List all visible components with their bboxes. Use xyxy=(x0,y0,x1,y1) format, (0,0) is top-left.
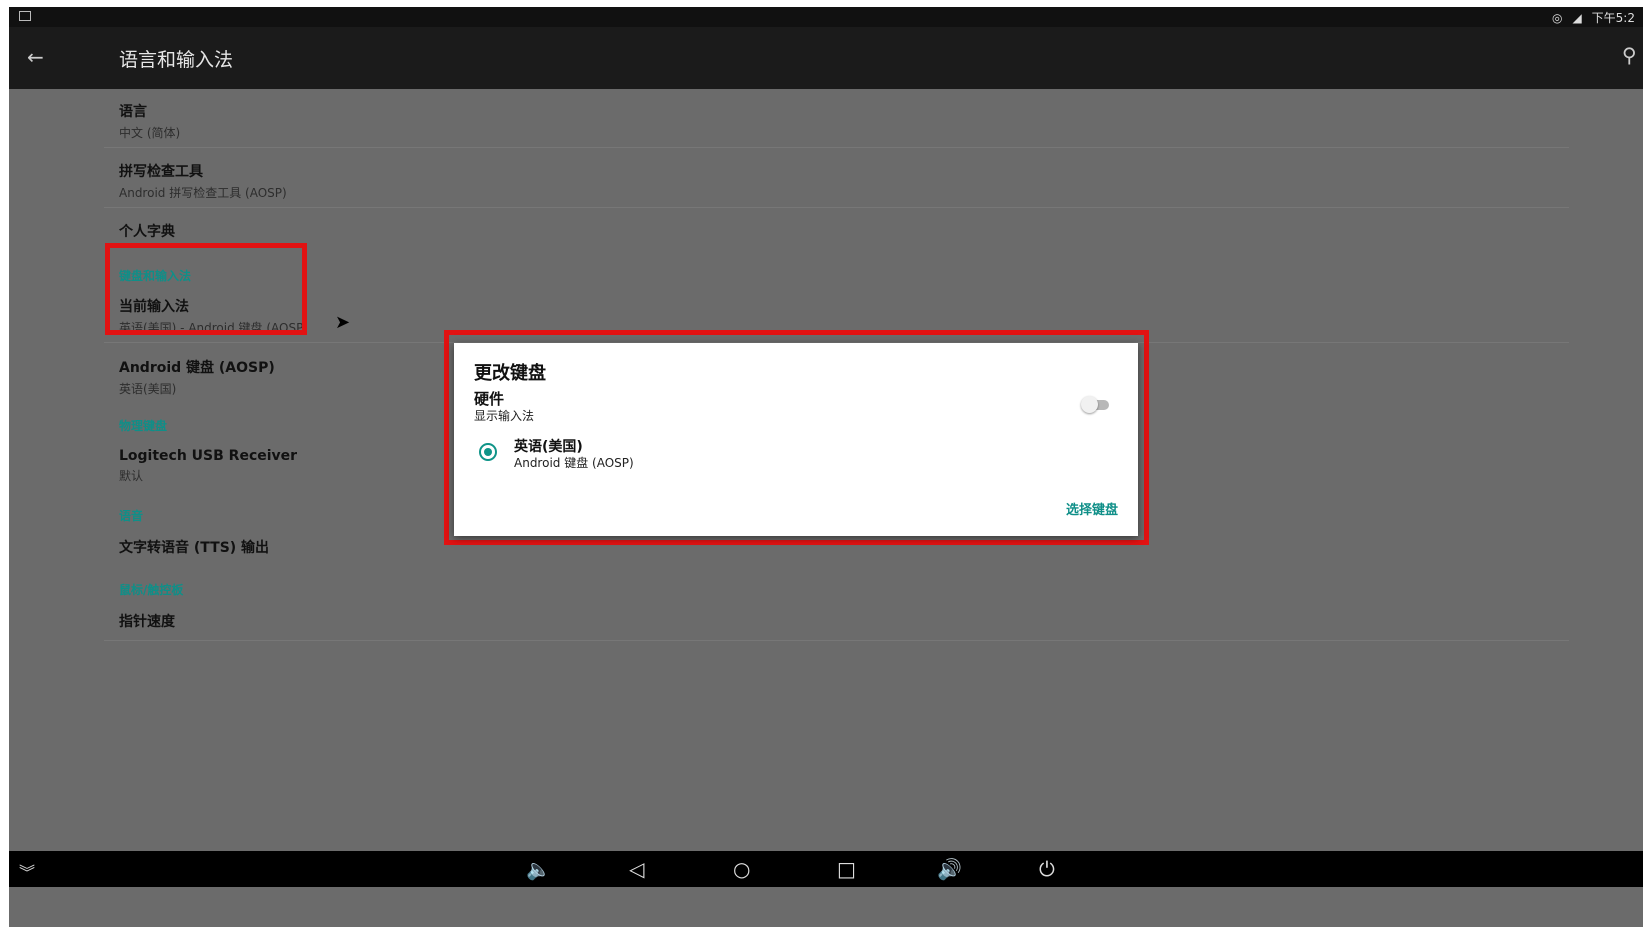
divider xyxy=(104,640,1569,641)
setting-pointer-speed[interactable]: 指针速度 xyxy=(119,611,175,631)
setting-logitech[interactable]: Logitech USB Receiver 默认 xyxy=(119,448,297,484)
section-header-speech: 语音 xyxy=(119,509,144,523)
hotspot-icon: ◎ xyxy=(1551,10,1563,25)
setting-subtitle: 英语(美国) xyxy=(119,382,177,396)
ime-option-title[interactable]: 英语(美国) xyxy=(514,436,583,456)
setting-title: 文字转语音 (TTS) 输出 xyxy=(119,540,270,556)
setting-personal-dictionary[interactable]: 个人字典 xyxy=(119,221,175,241)
toggle-thumb xyxy=(1081,396,1098,413)
volume-down-icon[interactable]: 🔈 xyxy=(526,857,551,881)
android-screen: ◎ ◢ 下午5:2 ← 语言和输入法 ⚲ 语言 中文 (简体) 拼写检查工具 A… xyxy=(9,7,1643,927)
ime-option-radio[interactable] xyxy=(479,443,497,461)
setting-title: 拼写检查工具 xyxy=(119,164,203,180)
setting-subtitle: 默认 xyxy=(119,469,144,483)
back-icon[interactable]: ◁ xyxy=(629,857,644,881)
collapse-icon[interactable]: ︾ xyxy=(19,859,35,883)
recents-icon[interactable]: □ xyxy=(837,857,856,881)
section-header-physical: 物理键盘 xyxy=(119,419,168,433)
divider xyxy=(104,147,1569,148)
divider xyxy=(104,207,1569,208)
setting-subtitle: Android 拼写检查工具 (AOSP) xyxy=(119,186,287,200)
setting-title: 指针速度 xyxy=(119,614,175,630)
setting-tts[interactable]: 文字转语音 (TTS) 输出 xyxy=(119,537,269,557)
setting-title: 个人字典 xyxy=(119,224,175,240)
dialog-title: 更改键盘 xyxy=(474,363,546,384)
setting-subtitle: 中文 (简体) xyxy=(119,126,181,140)
ime-option-subtitle: Android 键盘 (AOSP) xyxy=(514,456,634,470)
setting-title: Android 键盘 (AOSP) xyxy=(119,360,275,376)
hardware-subtitle: 显示输入法 xyxy=(474,409,535,423)
back-arrow-icon[interactable]: ← xyxy=(27,45,44,69)
search-icon[interactable]: ⚲ xyxy=(1622,43,1637,67)
app-bar: ← 语言和输入法 ⚲ xyxy=(9,27,1643,89)
navigation-bar: ︾ 🔈 ◁ ○ □ 🔊 ⏻ xyxy=(9,851,1643,887)
setting-android-keyboard[interactable]: Android 键盘 (AOSP) 英语(美国) xyxy=(119,357,275,397)
radio-selected-dot xyxy=(484,448,492,456)
screenshot-notification-icon xyxy=(19,11,31,21)
setting-title: Logitech USB Receiver xyxy=(119,448,298,464)
highlight-box-current-ime xyxy=(105,243,307,335)
hardware-title: 硬件 xyxy=(474,390,505,408)
setting-title: 语言 xyxy=(119,104,147,120)
choose-keyboard-button[interactable]: 选择键盘 xyxy=(1066,499,1118,518)
power-icon[interactable]: ⏻ xyxy=(1039,857,1055,881)
status-time: 下午5:2 xyxy=(1591,11,1635,25)
setting-language[interactable]: 语言 中文 (简体) xyxy=(119,101,180,141)
status-right: ◎ ◢ 下午5:2 xyxy=(1552,9,1635,26)
mouse-cursor-icon: ➤ xyxy=(335,312,351,333)
signal-icon: ◢ xyxy=(1572,10,1582,25)
status-bar: ◎ ◢ 下午5:2 xyxy=(9,7,1643,27)
setting-spell-checker[interactable]: 拼写检查工具 Android 拼写检查工具 (AOSP) xyxy=(119,161,287,201)
home-icon[interactable]: ○ xyxy=(733,857,750,881)
show-ime-toggle[interactable] xyxy=(1081,395,1109,415)
volume-up-icon[interactable]: 🔊 xyxy=(937,857,962,881)
section-header-mouse: 鼠标/触控板 xyxy=(119,583,184,597)
change-keyboard-dialog: 更改键盘 硬件 显示输入法 英语(美国) Android 键盘 (AOSP) 选… xyxy=(454,343,1138,536)
page-title: 语言和输入法 xyxy=(119,49,234,71)
